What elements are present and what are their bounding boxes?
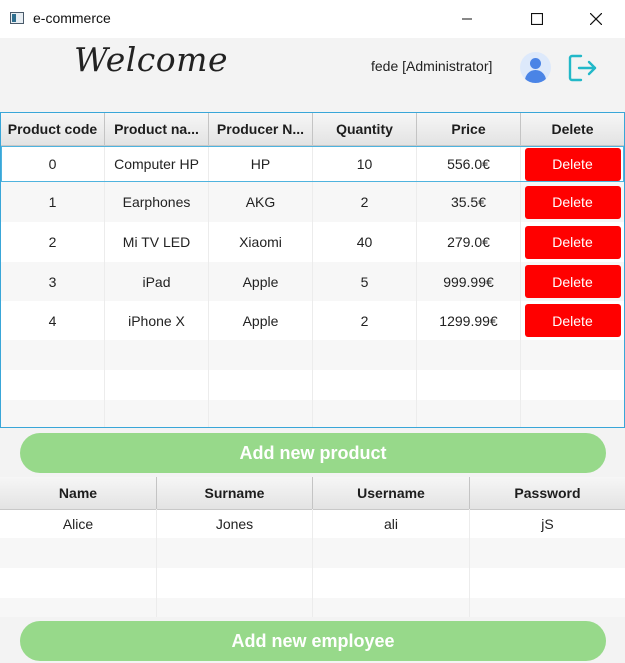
- cell-price: 1299.99€: [417, 301, 521, 340]
- empty-row: [0, 598, 625, 617]
- column-header-quantity[interactable]: Quantity: [313, 113, 417, 145]
- cell-quantity: 2: [313, 301, 417, 340]
- cell-product-code: 0: [1, 146, 105, 182]
- cell-username: ali: [313, 509, 470, 538]
- cell-quantity: 40: [313, 222, 417, 262]
- empty-row: [1, 340, 624, 370]
- table-row[interactable]: Alice Jones ali jS: [0, 509, 625, 538]
- cell-password: jS: [541, 515, 554, 532]
- column-header-product-name[interactable]: Product na...: [105, 113, 209, 145]
- add-new-employee-button[interactable]: Add new employee: [20, 621, 606, 661]
- window-titlebar: e-commerce: [0, 0, 625, 38]
- column-header-password[interactable]: Password: [470, 477, 625, 509]
- cell-product-name: Computer HP: [105, 146, 209, 182]
- maximize-button[interactable]: [514, 0, 560, 38]
- delete-button[interactable]: Delete: [524, 265, 621, 298]
- column-header-name[interactable]: Name: [0, 477, 157, 509]
- column-header-delete[interactable]: Delete: [521, 113, 624, 145]
- delete-button[interactable]: Delete: [524, 304, 621, 337]
- cell-producer: Apple: [209, 262, 313, 301]
- employees-table-header: Name Surname Username Password: [0, 477, 625, 510]
- cell-price: 279.0€: [417, 222, 521, 262]
- user-avatar-icon[interactable]: [520, 52, 551, 83]
- column-header-price[interactable]: Price: [417, 113, 521, 145]
- current-user-label: fede [Administrator]: [371, 58, 493, 74]
- employees-table: Name Surname Username Password Alice Jon…: [0, 477, 625, 617]
- cell-producer: AKG: [209, 182, 313, 222]
- cell-product-name: Mi TV LED: [105, 222, 209, 262]
- products-table-header: Product code Product na... Producer N...…: [1, 113, 624, 146]
- cell-name: Alice: [0, 509, 157, 538]
- table-row[interactable]: 1 Earphones AKG 2 35.5€ Delete: [1, 182, 624, 222]
- table-row[interactable]: 0 Computer HP HP 10 556.0€ Delete: [1, 146, 624, 182]
- table-row[interactable]: 4 iPhone X Apple 2 1299.99€ Delete: [1, 301, 624, 340]
- empty-row: [1, 400, 624, 427]
- close-icon: [590, 13, 602, 25]
- delete-button[interactable]: Delete: [524, 225, 621, 259]
- minimize-icon: [462, 18, 472, 20]
- cell-product-name: iPhone X: [105, 301, 209, 340]
- logout-icon[interactable]: [567, 53, 599, 83]
- add-new-product-button[interactable]: Add new product: [20, 433, 606, 473]
- cell-quantity: 10: [313, 146, 417, 182]
- cell-price: 556.0€: [417, 146, 521, 182]
- table-row[interactable]: 2 Mi TV LED Xiaomi 40 279.0€ Delete: [1, 222, 624, 262]
- window-title: e-commerce: [33, 10, 111, 26]
- table-row[interactable]: 3 iPad Apple 5 999.99€ Delete: [1, 262, 624, 301]
- cell-surname: Jones: [157, 509, 313, 538]
- cell-price: 999.99€: [417, 262, 521, 301]
- column-header-username[interactable]: Username: [313, 477, 470, 509]
- cell-quantity: 5: [313, 262, 417, 301]
- cell-producer: Xiaomi: [209, 222, 313, 262]
- delete-button[interactable]: Delete: [524, 147, 621, 181]
- empty-row: [0, 568, 625, 598]
- app-window-icon: [10, 12, 24, 24]
- cell-product-name: iPad: [105, 262, 209, 301]
- cell-price: 35.5€: [417, 182, 521, 222]
- maximize-icon: [531, 13, 543, 25]
- cell-producer: Apple: [209, 301, 313, 340]
- cell-product-code: 4: [1, 301, 105, 340]
- products-table: Product code Product na... Producer N...…: [0, 112, 625, 428]
- close-button[interactable]: [573, 0, 619, 38]
- cell-producer: HP: [209, 146, 313, 182]
- empty-row: [0, 538, 625, 568]
- minimize-button[interactable]: [444, 0, 490, 38]
- column-header-surname[interactable]: Surname: [157, 477, 313, 509]
- column-header-product-code[interactable]: Product code: [1, 113, 105, 145]
- column-header-producer-name[interactable]: Producer N...: [209, 113, 313, 145]
- cell-product-name: Earphones: [105, 182, 209, 222]
- cell-product-code: 2: [1, 222, 105, 262]
- cell-product-code: 3: [1, 262, 105, 301]
- welcome-heading: Welcome: [74, 40, 228, 79]
- empty-row: [1, 370, 624, 400]
- cell-product-code: 1: [1, 182, 105, 222]
- delete-button[interactable]: Delete: [524, 185, 621, 219]
- cell-quantity: 2: [313, 182, 417, 222]
